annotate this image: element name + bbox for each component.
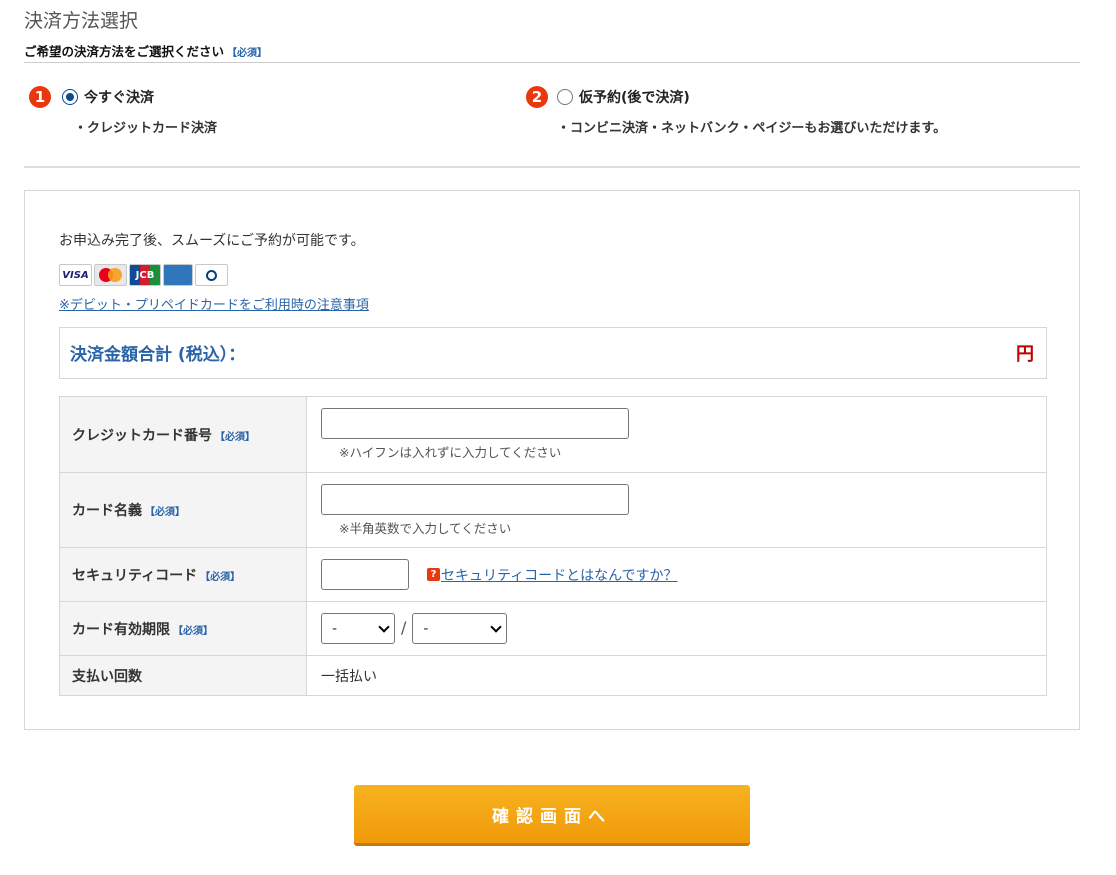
question-icon: ? (427, 568, 440, 581)
card-number-label-text: クレジットカード番号 (72, 427, 212, 444)
installments-value: 一括払い (306, 655, 1047, 696)
required-mark: 【必須】 (200, 571, 241, 583)
expiry-separator: / (401, 617, 407, 637)
mastercard-logo (94, 264, 127, 286)
table-row: セキュリティコード 【必須】 ? セキュリティコードとはなんですか？ (59, 547, 1047, 602)
security-code-label: セキュリティコード 【必須】 (59, 547, 307, 602)
expiry-year-value: - (423, 620, 429, 637)
page-subtitle: ご希望の決済方法をご選択ください 【必須】 (24, 41, 267, 60)
card-name-label: カード名義 【必須】 (59, 472, 307, 548)
card-number-label: クレジットカード番号 【必須】 (59, 396, 307, 473)
radio-pay-now[interactable] (62, 89, 78, 105)
table-row: クレジットカード番号 【必須】 ※ハイフンは入れずに入力してください (59, 396, 1047, 473)
card-number-hint: ※ハイフンは入れずに入力してください (339, 445, 562, 460)
option-label-pay-now[interactable]: 今すぐ決済 (84, 87, 154, 107)
option-desc-provisional: ・コンビニ決済・ネットバンク・ペイジーもお選びいただけます。 (557, 121, 947, 136)
option-label-provisional[interactable]: 仮予約(後で決済) (579, 87, 690, 107)
divider (24, 166, 1080, 168)
expiry-label-text: カード有効期限 (72, 621, 170, 638)
divider (24, 62, 1080, 63)
page-subtitle-text: ご希望の決済方法をご選択ください (24, 44, 225, 59)
security-code-input[interactable] (321, 559, 409, 590)
table-row: 支払い回数 一括払い (59, 655, 1047, 696)
diners-logo (195, 264, 228, 286)
radio-provisional[interactable] (557, 89, 573, 105)
credit-card-panel: お申込み完了後、スムーズにご予約が可能です。 VISA JCB ※デビット・プリ… (24, 190, 1080, 730)
required-mark: 【必須】 (227, 48, 268, 59)
installments-label: 支払い回数 (59, 655, 307, 696)
required-mark: 【必須】 (215, 431, 255, 443)
total-amount-box: 決済金額合計 (税込）： 円 (59, 327, 1047, 379)
debit-prepaid-notice-link[interactable]: ※デビット・プリペイドカードをご利用時の注意事項 (59, 294, 369, 313)
step-number-badge-1: 1 (29, 86, 51, 108)
card-form-table: クレジットカード番号 【必須】 ※ハイフンは入れずに入力してください カード名義【… (59, 396, 1047, 696)
expiry-year-select[interactable]: - (412, 613, 508, 644)
card-number-input[interactable] (321, 408, 629, 439)
card-name-input[interactable] (321, 483, 629, 515)
visa-logo: VISA (59, 264, 92, 286)
option-desc-pay-now: ・クレジットカード決済 (74, 121, 218, 136)
required-mark: 【必須】 (145, 507, 185, 518)
security-code-help-link[interactable]: セキュリティコードとはなんですか？ (441, 565, 677, 585)
security-code-label-text: セキュリティコード (72, 567, 198, 584)
total-amount-label: 決済金額合計 (税込）： (70, 345, 246, 365)
table-row: カード名義 【必須】 ※半角英数で入力してください (59, 472, 1047, 548)
card-brand-logos: VISA JCB (59, 264, 228, 288)
expiry-label: カード有効期限 【必須】 (59, 601, 307, 656)
chevron-down-icon (490, 620, 503, 633)
chevron-down-icon (378, 620, 390, 633)
page-title: 決済方法選択 (24, 10, 139, 32)
jcb-logo: JCB (129, 264, 161, 286)
card-name-label-text: カード名義 (72, 503, 142, 519)
expiry-month-value: - (332, 620, 338, 637)
panel-intro: お申込み完了後、スムーズにご予約が可能です。 (59, 233, 365, 249)
table-row: カード有効期限 【必須】 - / - (59, 601, 1047, 656)
expiry-month-select[interactable]: - (321, 613, 395, 644)
card-name-hint: ※半角英数で入力してください (339, 520, 512, 536)
confirm-button[interactable]: 確認画面へ (354, 785, 750, 843)
step-number-badge-2: 2 (526, 86, 548, 108)
amex-logo (163, 264, 193, 286)
total-amount-currency: 円 (1016, 344, 1034, 365)
required-mark: 【必須】 (173, 625, 213, 637)
